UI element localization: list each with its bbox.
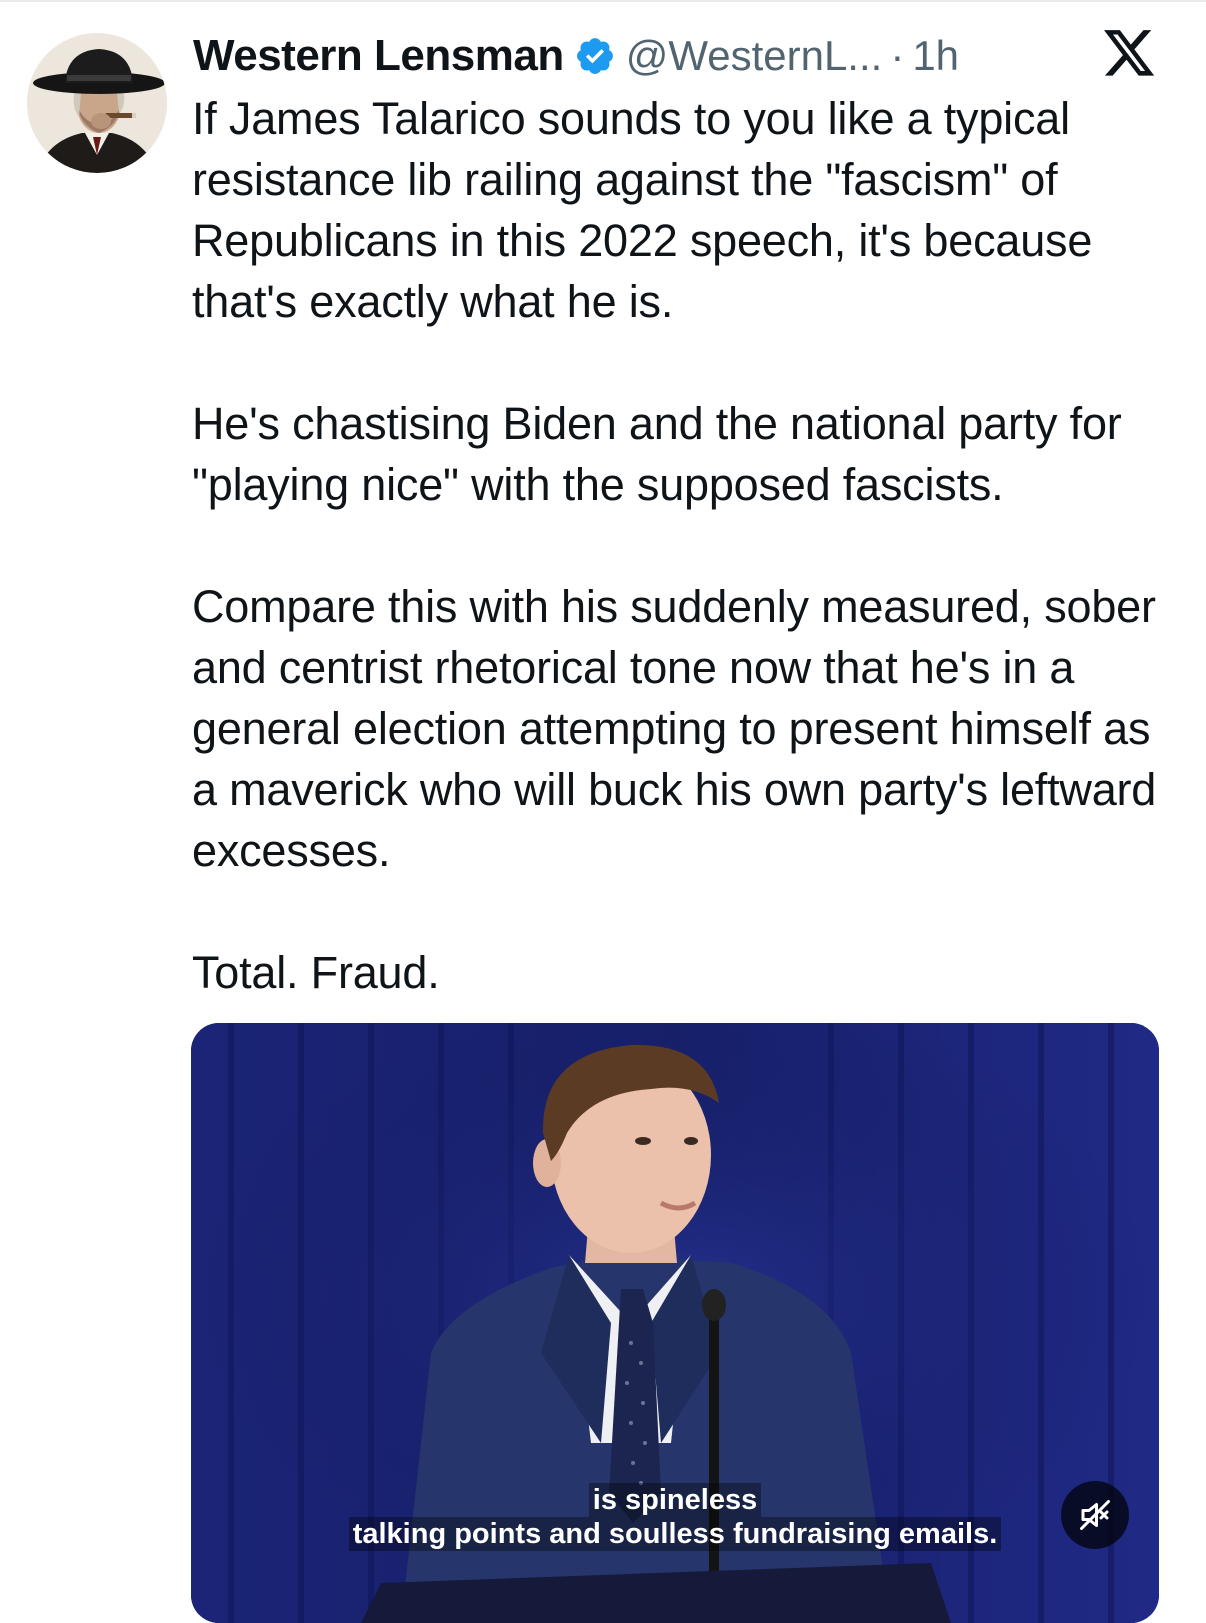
tweet-header: Western Lensman @WesternL... · 1h (193, 26, 959, 86)
cowboy-portrait-avatar (27, 33, 167, 173)
verified-badge-icon (574, 35, 616, 77)
author-display-name[interactable]: Western Lensman (193, 31, 564, 81)
x-logo-icon[interactable] (1104, 30, 1156, 78)
author-avatar[interactable] (27, 33, 167, 173)
tweet-paragraph: Compare this with his suddenly measured,… (192, 581, 1157, 876)
video-frame (191, 1023, 1159, 1623)
tweet-card[interactable]: Western Lensman @WesternL... · 1h If Jam… (0, 0, 1206, 1623)
header-separator: · (890, 32, 905, 79)
tweet-paragraph: He's chastising Biden and the national p… (192, 398, 1122, 510)
speaker-muted-icon (1080, 1500, 1110, 1530)
tweet-body: If James Talarico sounds to you like a t… (192, 88, 1182, 1003)
tweet-video[interactable]: is spineless talking points and soulless… (191, 1023, 1159, 1623)
tweet-paragraph: Total. Fraud. (192, 947, 440, 998)
mute-toggle-button[interactable] (1061, 1481, 1129, 1549)
tweet-timestamp[interactable]: 1h (912, 32, 959, 80)
author-handle[interactable]: @WesternL... (626, 32, 883, 80)
tweet-paragraph: If James Talarico sounds to you like a t… (192, 93, 1093, 327)
